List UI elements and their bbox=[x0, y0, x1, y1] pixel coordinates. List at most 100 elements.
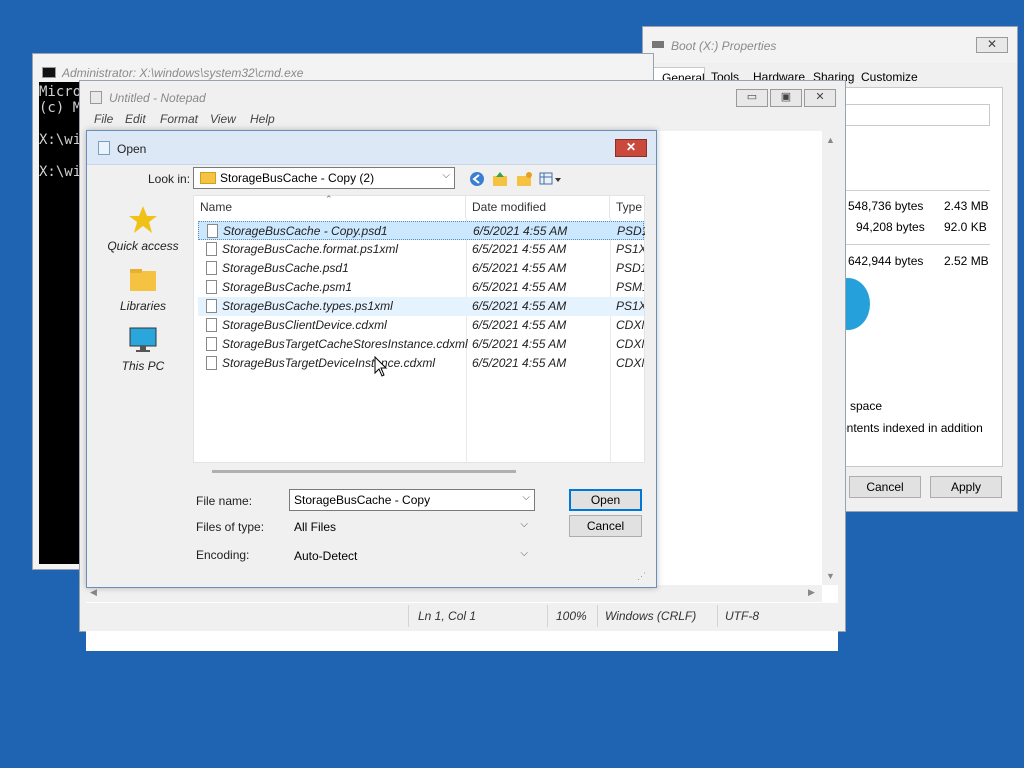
menu-bar: File Edit Format View Help bbox=[80, 109, 845, 131]
file-type: PSD1 bbox=[617, 224, 645, 238]
minimize-button[interactable]: ▭ bbox=[736, 89, 768, 107]
file-name-combo[interactable]: StorageBusCache - Copy ⌵ bbox=[289, 489, 535, 511]
menu-file[interactable]: File bbox=[94, 112, 113, 126]
chevron-down-icon: ⌵ bbox=[520, 548, 528, 559]
file-row[interactable]: StorageBusCache.psm1 6/5/2021 4:55 AM PS… bbox=[198, 278, 644, 297]
file-row[interactable]: StorageBusCache.types.ps1xml 6/5/2021 4:… bbox=[198, 297, 644, 316]
file-type: CDXM bbox=[616, 356, 644, 370]
status-zoom: 100% bbox=[556, 609, 587, 623]
close-button[interactable]: ✕ bbox=[804, 89, 836, 107]
encoding-combo[interactable]: Auto-Detect ⌵ bbox=[289, 545, 535, 567]
horizontal-scrollbar[interactable] bbox=[212, 470, 516, 473]
open-titlebar[interactable]: Open ✕ bbox=[87, 131, 656, 165]
capacity-size: 2.52 MB bbox=[944, 254, 989, 268]
scroll-right-icon[interactable]: ▶ bbox=[808, 587, 815, 598]
file-icon bbox=[206, 280, 217, 294]
column-header-date[interactable]: Date modified bbox=[466, 196, 610, 218]
scroll-left-icon[interactable]: ◀ bbox=[90, 587, 97, 598]
status-eol: Windows (CRLF) bbox=[605, 609, 697, 623]
scroll-up-icon[interactable]: ▲ bbox=[826, 135, 835, 145]
menu-format[interactable]: Format bbox=[160, 112, 198, 126]
computer-icon bbox=[129, 327, 157, 352]
file-date: 6/5/2021 4:55 AM bbox=[473, 224, 568, 238]
open-button[interactable]: Open bbox=[569, 489, 642, 511]
drive-icon bbox=[652, 41, 664, 48]
file-row[interactable]: StorageBusCache - Copy.psd1 6/5/2021 4:5… bbox=[198, 221, 645, 240]
files-of-type-label: Files of type: bbox=[196, 520, 265, 534]
maximize-button[interactable]: ▣ bbox=[770, 89, 802, 107]
quick-access-item[interactable]: Quick access bbox=[95, 201, 191, 261]
notepad-icon bbox=[90, 91, 102, 104]
status-separator bbox=[547, 605, 548, 627]
file-row[interactable]: StorageBusCache.format.ps1xml 6/5/2021 4… bbox=[198, 240, 644, 259]
file-icon bbox=[206, 242, 217, 256]
file-type: PS1X bbox=[616, 242, 644, 256]
menu-help[interactable]: Help bbox=[250, 112, 275, 126]
file-type: PSD1 bbox=[616, 261, 644, 275]
file-date: 6/5/2021 4:55 AM bbox=[472, 318, 567, 332]
encoding-label: Encoding: bbox=[196, 548, 250, 562]
vertical-scrollbar[interactable]: ▲ ▼ bbox=[822, 131, 839, 585]
places-bar: Quick access Libraries This PC bbox=[95, 193, 191, 373]
console-line: X:\wi bbox=[39, 132, 82, 148]
back-icon[interactable] bbox=[468, 170, 486, 188]
cancel-button[interactable]: Cancel bbox=[849, 476, 921, 498]
chevron-down-icon: ⌵ bbox=[442, 170, 450, 181]
compress-text: space bbox=[850, 399, 883, 413]
file-name: StorageBusCache - Copy.psd1 bbox=[223, 224, 388, 238]
status-bar: Ln 1, Col 1 100% Windows (CRLF) UTF-8 bbox=[80, 603, 845, 631]
menu-view[interactable]: View bbox=[210, 112, 236, 126]
libraries-icon bbox=[130, 269, 156, 291]
view-menu-icon[interactable] bbox=[539, 170, 563, 188]
capacity-bytes: 642,944 bytes bbox=[848, 254, 924, 268]
file-name: StorageBusClientDevice.cdxml bbox=[222, 318, 387, 332]
new-folder-icon[interactable] bbox=[515, 170, 533, 188]
close-button[interactable]: ✕ bbox=[976, 37, 1008, 53]
status-separator bbox=[408, 605, 409, 627]
index-text: ontents indexed in addition bbox=[840, 421, 983, 435]
notepad-icon bbox=[98, 141, 110, 155]
file-icon bbox=[206, 299, 217, 313]
menu-edit[interactable]: Edit bbox=[125, 112, 146, 126]
file-row[interactable]: StorageBusCache.psd1 6/5/2021 4:55 AM PS… bbox=[198, 259, 644, 278]
status-encoding: UTF-8 bbox=[725, 609, 759, 623]
file-icon bbox=[206, 356, 217, 370]
resize-grip-icon[interactable]: ⋰ bbox=[637, 571, 646, 582]
file-row[interactable]: StorageBusClientDevice.cdxml 6/5/2021 4:… bbox=[198, 316, 644, 335]
console-line: Micro bbox=[39, 84, 82, 100]
divider bbox=[844, 244, 990, 245]
apply-button[interactable]: Apply bbox=[930, 476, 1002, 498]
close-button[interactable]: ✕ bbox=[615, 139, 647, 157]
look-in-combo[interactable]: StorageBusCache - Copy (2) ⌵ bbox=[193, 167, 455, 189]
look-in-value: StorageBusCache - Copy (2) bbox=[220, 171, 375, 185]
files-of-type-combo[interactable]: All Files ⌵ bbox=[289, 516, 535, 538]
column-header-type[interactable]: Type bbox=[610, 196, 646, 218]
up-folder-icon[interactable] bbox=[491, 170, 509, 188]
place-label: Quick access bbox=[107, 239, 179, 253]
file-date: 6/5/2021 4:55 AM bbox=[472, 261, 567, 275]
label-field[interactable] bbox=[844, 104, 990, 126]
file-row[interactable]: StorageBusTargetCacheStoresInstance.cdxm… bbox=[198, 335, 644, 354]
folder-icon bbox=[200, 172, 216, 184]
console-line: X:\wi bbox=[39, 164, 82, 180]
scroll-down-icon[interactable]: ▼ bbox=[826, 571, 835, 581]
notepad-title: Untitled - Notepad bbox=[109, 91, 206, 105]
properties-titlebar[interactable]: Boot (X:) Properties ✕ bbox=[643, 27, 1017, 63]
tab-customize[interactable]: Customize bbox=[861, 67, 918, 87]
files-of-type-value: All Files bbox=[294, 520, 337, 534]
file-name: StorageBusCache.types.ps1xml bbox=[222, 299, 393, 313]
file-date: 6/5/2021 4:55 AM bbox=[472, 337, 567, 351]
cancel-button[interactable]: Cancel bbox=[569, 515, 642, 537]
status-separator bbox=[597, 605, 598, 627]
file-row[interactable]: StorageBusTargetDeviceInstance.cdxml 6/5… bbox=[198, 354, 644, 373]
file-date: 6/5/2021 4:55 AM bbox=[472, 280, 567, 294]
chevron-down-icon: ⌵ bbox=[522, 492, 530, 503]
star-icon bbox=[129, 206, 157, 233]
chevron-down-icon: ⌵ bbox=[520, 519, 528, 530]
file-type: CDXM bbox=[616, 337, 644, 351]
file-name-label: File name: bbox=[196, 494, 253, 508]
file-name: StorageBusCache.psd1 bbox=[222, 261, 349, 275]
file-icon bbox=[206, 261, 217, 275]
libraries-item[interactable]: Libraries bbox=[95, 261, 191, 321]
this-pc-item[interactable]: This PC bbox=[95, 321, 191, 381]
